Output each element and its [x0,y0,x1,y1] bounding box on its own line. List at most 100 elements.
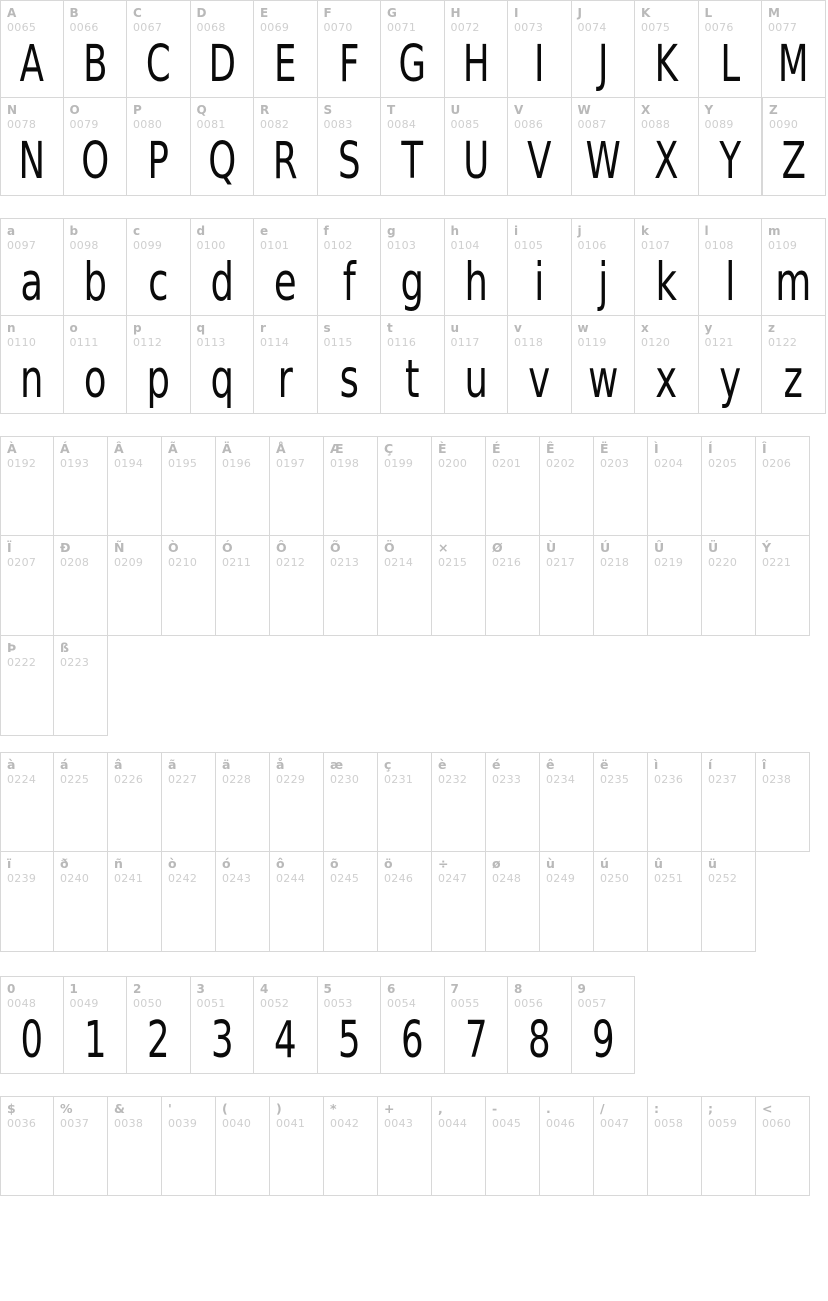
char-cell[interactable]: ò 0242 [162,852,216,952]
char-cell[interactable]: ó 0243 [216,852,270,952]
char-cell[interactable]: Ä 0196 [216,436,270,536]
char-cell[interactable]: j 0106 j [571,218,635,316]
char-cell[interactable]: z 0122 z [762,316,826,414]
char-cell[interactable]: ê 0234 [540,752,594,852]
char-cell[interactable]: J 0074 J [571,0,635,98]
char-cell[interactable]: u 0117 u [444,316,508,414]
char-cell[interactable]: å 0229 [270,752,324,852]
char-cell[interactable]: ù 0249 [540,852,594,952]
char-cell[interactable]: Ö 0214 [378,536,432,636]
char-cell[interactable]: l 0108 l [698,218,762,316]
char-cell[interactable]: 6 0054 6 [381,976,445,1074]
char-cell[interactable]: ì 0236 [648,752,702,852]
char-cell[interactable]: Z 0090 Z [762,98,826,196]
char-cell[interactable]: h 0104 h [444,218,508,316]
char-cell[interactable]: Û 0219 [648,536,702,636]
char-cell[interactable]: p 0112 p [127,316,191,414]
char-cell[interactable]: O 0079 O [63,98,127,196]
char-cell[interactable]: Æ 0198 [324,436,378,536]
char-cell[interactable]: (0040 [216,1096,270,1196]
char-cell[interactable]: 8 0056 8 [508,976,572,1074]
char-cell[interactable]: ü 0252 [702,852,756,952]
char-cell[interactable]: Ð 0208 [54,536,108,636]
char-cell[interactable]: d 0100 d [190,218,254,316]
char-cell[interactable]: /0047 [594,1096,648,1196]
char-cell[interactable]: é 0233 [486,752,540,852]
char-cell[interactable]: ã 0227 [162,752,216,852]
char-cell[interactable]: X 0088 X [635,98,699,196]
char-cell[interactable]: Þ 0222 [0,636,54,736]
char-cell[interactable]: F 0070 F [317,0,381,98]
char-cell[interactable]: B 0066 B [63,0,127,98]
char-cell[interactable]: ' 0039 [162,1096,216,1196]
char-cell[interactable]: Q 0081 Q [190,98,254,196]
char-cell[interactable]: Ë 0203 [594,436,648,536]
char-cell[interactable]: Ù 0217 [540,536,594,636]
char-cell[interactable]: $0036 [0,1096,54,1196]
char-cell[interactable]: n 0110 n [0,316,64,414]
char-cell[interactable]: Ý 0221 [756,536,810,636]
char-cell[interactable]: ; 0059 [702,1096,756,1196]
char-cell[interactable]: è 0232 [432,752,486,852]
char-cell[interactable]: ç 0231 [378,752,432,852]
char-cell[interactable]: a 0097 a [0,218,64,316]
char-cell[interactable]: L 0076 L [698,0,762,98]
char-cell[interactable]: . 0046 [540,1096,594,1196]
char-cell[interactable]: r 0114 r [254,316,318,414]
char-cell[interactable]: 0 0048 0 [0,976,64,1074]
char-cell[interactable]: 2 0050 2 [127,976,191,1074]
char-cell[interactable]: È 0200 [432,436,486,536]
char-cell[interactable]: ï 0239 [0,852,54,952]
char-cell[interactable]: % 0037 [54,1096,108,1196]
char-cell[interactable]: Õ 0213 [324,536,378,636]
char-cell[interactable]: & 0038 [108,1096,162,1196]
char-cell[interactable]: ô 0244 [270,852,324,952]
char-cell[interactable]: K 0075 K [635,0,699,98]
char-cell[interactable]: U 0085 U [444,98,508,196]
char-cell[interactable]: S 0083 S [317,98,381,196]
char-cell[interactable]: ö 0246 [378,852,432,952]
char-cell[interactable]: ñ 0241 [108,852,162,952]
char-cell[interactable]: û 0251 [648,852,702,952]
char-cell[interactable]: Ú 0218 [594,536,648,636]
char-cell[interactable]: H 0072 H [444,0,508,98]
char-cell[interactable]: :0058 [648,1096,702,1196]
char-cell[interactable]: ú 0250 [594,852,648,952]
char-cell[interactable]: <0060 [756,1096,810,1196]
char-cell[interactable]: î 0238 [756,752,810,852]
char-cell[interactable]: , 0044 [432,1096,486,1196]
char-cell[interactable]: D 0068 D [190,0,254,98]
char-cell[interactable]: s 0115 s [317,316,381,414]
char-cell[interactable]: Y 0089 Y [698,98,762,196]
char-cell[interactable]: Ü 0220 [702,536,756,636]
char-cell[interactable]: À 0192 [0,436,54,536]
char-cell[interactable]: 5 0053 5 [317,976,381,1074]
char-cell[interactable]: õ 0245 [324,852,378,952]
char-cell[interactable]: W 0087 W [571,98,635,196]
char-cell[interactable]: V 0086 V [508,98,572,196]
char-cell[interactable]: Î 0206 [756,436,810,536]
char-cell[interactable]: c 0099 c [127,218,191,316]
char-cell[interactable]: m 0109 m [762,218,826,316]
char-cell[interactable]: q 0113 q [190,316,254,414]
char-cell[interactable]: ß 0223 [54,636,108,736]
char-cell[interactable]: ð 0240 [54,852,108,952]
char-cell[interactable]: Ì 0204 [648,436,702,536]
char-cell[interactable]: R 0082 R [254,98,318,196]
char-cell[interactable]: o 0111 o [63,316,127,414]
char-cell[interactable]: I 0073 I [508,0,572,98]
char-cell[interactable]: y 0121 y [698,316,762,414]
char-cell[interactable]: b 0098 b [63,218,127,316]
char-cell[interactable]: í 0237 [702,752,756,852]
char-cell[interactable]: Ç 0199 [378,436,432,536]
char-cell[interactable]: â 0226 [108,752,162,852]
char-cell[interactable]: +0043 [378,1096,432,1196]
char-cell[interactable]: ) 0041 [270,1096,324,1196]
char-cell[interactable]: × 0215 [432,536,486,636]
char-cell[interactable]: x 0120 x [635,316,699,414]
char-cell[interactable]: w 0119 w [571,316,635,414]
char-cell[interactable]: Å 0197 [270,436,324,536]
char-cell[interactable]: g 0103 g [381,218,445,316]
char-cell[interactable]: G 0071 G [381,0,445,98]
char-cell[interactable]: Á 0193 [54,436,108,536]
